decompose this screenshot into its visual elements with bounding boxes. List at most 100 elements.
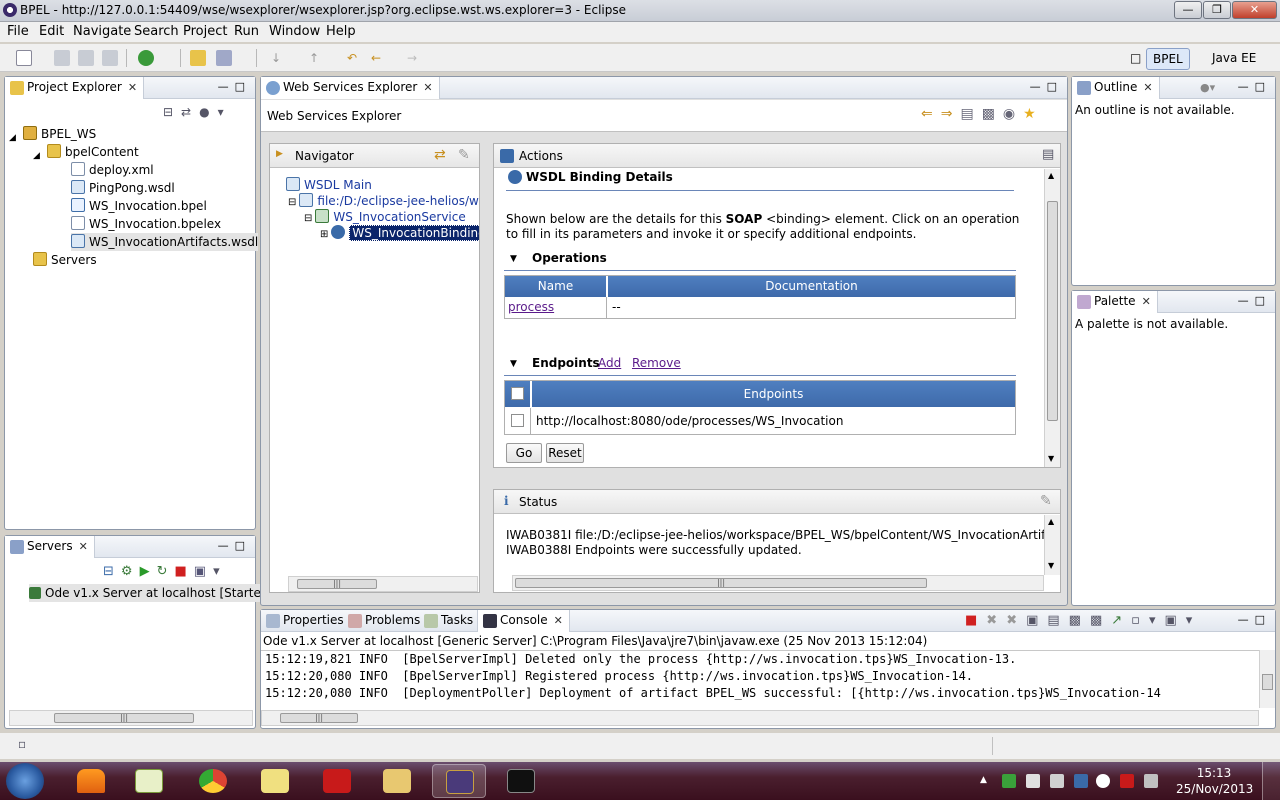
status-hscroll[interactable]: |||	[512, 575, 1044, 591]
tree-item-bpel-ws[interactable]: ◢ BPEL_WS	[9, 125, 96, 143]
console-output[interactable]: 15:12:19,821 INFO [BpelServerImpl] Delet…	[261, 650, 1259, 708]
menu-edit[interactable]: Edit	[39, 24, 64, 39]
console-hscroll[interactable]: |||	[261, 710, 1259, 726]
tab-properties[interactable]: Properties	[261, 610, 350, 632]
menu-help[interactable]: Help	[326, 24, 356, 39]
save-all-icon[interactable]	[78, 50, 94, 66]
perspective-javaee[interactable]: Java EE	[1206, 48, 1262, 70]
checkbox[interactable]	[511, 414, 524, 427]
console-vscroll[interactable]	[1259, 650, 1275, 708]
start-button[interactable]	[6, 763, 44, 799]
tree-item-bpelcontent[interactable]: ◢ bpelContent	[33, 143, 139, 161]
console-toolbar[interactable]: ■✖✖▣▤▩▩↗▫▾▣▾	[965, 613, 1201, 628]
operation-link-text[interactable]: process	[508, 300, 554, 314]
tree-item-ws-invocationartifacts-wsdl[interactable]: WS_InvocationArtifacts.wsdl	[71, 233, 259, 251]
menu-window[interactable]: Window	[269, 24, 320, 39]
select-all-endpoints[interactable]	[505, 381, 531, 407]
taskbar-cmd[interactable]	[494, 764, 548, 798]
tray-icon[interactable]	[1002, 774, 1016, 788]
nav-item-ws-invocationbinding[interactable]: ⊞ WS_InvocationBinding	[320, 224, 479, 242]
tab-web-services-explorer[interactable]: Web Services Explorer ✕	[261, 77, 440, 99]
actions-vscroll[interactable]: ▲ ▼	[1044, 169, 1060, 467]
collapse-icon[interactable]: ⊟	[288, 197, 296, 208]
tab-project-explorer[interactable]: Project Explorer ✕	[5, 77, 145, 99]
view-minmax-icon[interactable]: —□	[1238, 613, 1271, 626]
last-edit-icon[interactable]: ↶	[344, 50, 360, 66]
wse-toolbar[interactable]: ⇐⇒▤▩◉★	[921, 106, 1044, 122]
taskbar-sticky[interactable]	[248, 764, 302, 798]
back-icon[interactable]: ←	[368, 50, 384, 66]
close-icon[interactable]: ✕	[1143, 81, 1152, 94]
outline-toolbar[interactable]: ●▾	[1200, 81, 1215, 94]
navigator-hscroll[interactable]: |||	[288, 576, 478, 592]
tree-item-servers[interactable]: Servers	[33, 251, 97, 269]
tab-outline[interactable]: Outline ✕	[1072, 77, 1160, 99]
menu-project[interactable]: Project	[183, 24, 227, 39]
network-icon[interactable]	[1144, 774, 1158, 788]
open-type-icon[interactable]	[190, 50, 206, 66]
show-hidden-icons[interactable]: ▲	[980, 775, 987, 785]
show-desktop-button[interactable]	[1262, 762, 1280, 800]
refresh-icon[interactable]: ⇄	[434, 147, 446, 163]
search-tool-icon[interactable]	[216, 50, 232, 66]
operations-toggle-icon[interactable]: ▼	[510, 254, 517, 264]
servers-hscroll[interactable]: |||	[9, 710, 253, 726]
clear-icon[interactable]: ✎	[458, 147, 470, 163]
volume-icon[interactable]	[1050, 774, 1064, 788]
close-icon[interactable]: ✕	[554, 614, 563, 627]
maximize-frame-icon[interactable]: ▤	[1042, 147, 1054, 162]
tree-item-ws-invocation-bpel[interactable]: WS_Invocation.bpel	[71, 197, 207, 215]
print-icon[interactable]	[102, 50, 118, 66]
run-icon[interactable]	[138, 50, 154, 66]
tree-item-deploy-xml[interactable]: deploy.xml	[71, 161, 154, 179]
taskbar-acrobat[interactable]	[310, 764, 364, 798]
mcafee-icon[interactable]	[1120, 774, 1134, 788]
tab-palette[interactable]: Palette ✕	[1072, 291, 1158, 313]
endpoints-toggle-icon[interactable]: ▼	[510, 359, 517, 369]
taskbar-eclipse[interactable]	[432, 764, 486, 798]
reset-button[interactable]: Reset	[546, 443, 584, 463]
tab-tasks[interactable]: Tasks	[419, 610, 479, 632]
operation-process-link[interactable]: process	[505, 297, 607, 318]
checkbox[interactable]	[511, 387, 524, 400]
menu-navigate[interactable]: Navigate	[73, 24, 131, 39]
google-icon[interactable]	[1096, 774, 1110, 788]
view-minmax-icon[interactable]: —□	[218, 80, 251, 93]
save-icon[interactable]	[54, 50, 70, 66]
open-perspective-button[interactable]: □	[1124, 48, 1147, 70]
endpoint-checkbox[interactable]	[505, 408, 531, 434]
close-icon[interactable]: ✕	[128, 81, 137, 94]
next-annotation-icon[interactable]: ↓	[268, 50, 284, 66]
view-minmax-icon[interactable]: —□	[1238, 80, 1271, 93]
add-endpoint-link[interactable]: Add	[598, 356, 621, 370]
view-minmax-icon[interactable]: —□	[1238, 294, 1271, 307]
tab-problems[interactable]: Problems	[343, 610, 426, 632]
taskbar-notepad[interactable]	[122, 764, 176, 798]
server-entry[interactable]: Ode v1.x Server at localhost [Started, S	[29, 584, 288, 602]
new-icon[interactable]	[16, 50, 32, 66]
close-window-button[interactable]: ✕	[1232, 1, 1277, 19]
taskbar-explorer[interactable]	[370, 764, 424, 798]
bluetooth-icon[interactable]	[1074, 774, 1088, 788]
expand-icon[interactable]: ⊞	[320, 229, 328, 240]
tab-servers[interactable]: Servers ✕	[5, 536, 95, 558]
forward-icon[interactable]: →	[404, 50, 420, 66]
menu-search[interactable]: Search	[134, 24, 179, 39]
minimize-button[interactable]: —	[1174, 1, 1202, 19]
menu-file[interactable]: File	[7, 24, 29, 39]
prev-annotation-icon[interactable]: ↑	[306, 50, 322, 66]
close-icon[interactable]: ✕	[79, 540, 88, 553]
close-icon[interactable]: ✕	[423, 81, 432, 94]
fast-view-icon[interactable]: ▫	[18, 737, 26, 751]
tab-console[interactable]: Console ✕	[477, 610, 570, 632]
remove-endpoint-link[interactable]: Remove	[632, 356, 681, 370]
servers-toolbar[interactable]: ⊟⚙▶↻■▣▾	[103, 564, 227, 579]
status-vscroll[interactable]: ▲ ▼	[1044, 515, 1060, 575]
view-minmax-icon[interactable]: —□	[218, 539, 251, 552]
clock[interactable]: 15:13 25/Nov/2013	[1176, 765, 1253, 797]
tray-icon[interactable]	[1026, 774, 1040, 788]
menu-run[interactable]: Run	[234, 24, 259, 39]
tree-item-pingpong-wsdl[interactable]: PingPong.wsdl	[71, 179, 175, 197]
taskbar-chrome[interactable]	[186, 764, 240, 798]
collapse-icon[interactable]: ⊟	[304, 213, 312, 224]
